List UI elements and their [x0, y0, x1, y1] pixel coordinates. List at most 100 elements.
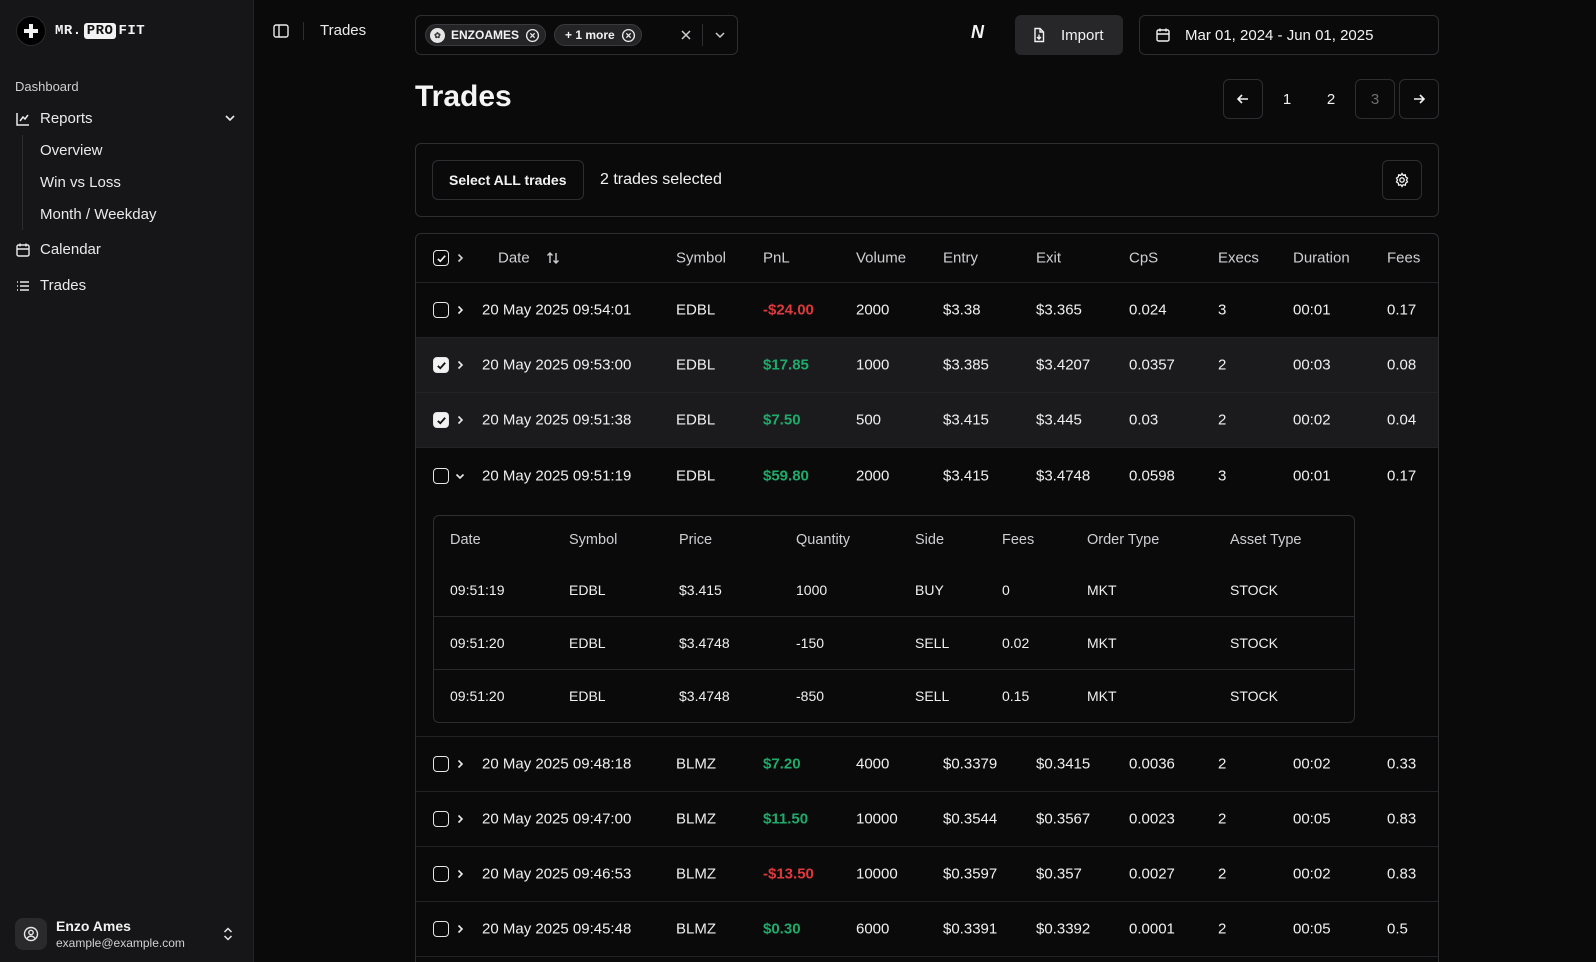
cell-exit: $0.3415 [1036, 755, 1091, 773]
column-header-volume[interactable]: Volume [856, 250, 906, 267]
cell-cps: 0.0598 [1129, 467, 1175, 484]
column-header-pnl[interactable]: PnL [763, 250, 790, 267]
page-button-2[interactable]: 2 [1311, 79, 1351, 119]
table-row[interactable]: 20 May 2025 09:45:48 BLMZ $0.30 6000 $0.3391… [416, 902, 1438, 957]
chevron-right-icon[interactable] [454, 252, 466, 264]
row-checkbox[interactable] [433, 866, 449, 882]
exec-cell-symbol: EDBL [569, 688, 606, 704]
column-header-execs[interactable]: Execs [1218, 250, 1259, 267]
import-button[interactable]: Import [1015, 15, 1123, 55]
sidebar-item-trades[interactable]: Trades [15, 277, 86, 294]
filter-chip-enzoames[interactable]: ✿ ENZOAMES [425, 24, 547, 46]
chevron-right-icon[interactable] [454, 923, 466, 935]
logo-plus-icon [16, 16, 46, 46]
cell-duration: 00:05 [1293, 920, 1331, 938]
row-checkbox[interactable] [433, 302, 449, 318]
table-row[interactable]: 20 May 2025 09:53:00 EDBL $17.85 1000 $3.385… [416, 338, 1438, 393]
column-header-fees[interactable]: Fees [1387, 250, 1420, 267]
table-row[interactable]: 20 May 2025 09:48:18 BLMZ $7.20 4000 $0.3379… [416, 737, 1438, 792]
exec-header-side: Side [915, 531, 945, 548]
column-header-entry[interactable]: Entry [943, 250, 978, 267]
cell-entry: $0.3391 [943, 920, 998, 938]
exec-cell-quantity: -150 [796, 635, 825, 651]
filter-chip-more[interactable]: + 1 more [554, 24, 642, 46]
table-row[interactable]: 20 May 2025 09:51:38 EDBL $7.50 500 $3.415 $3… [416, 393, 1438, 448]
cell-fees: 0.33 [1387, 755, 1417, 773]
prev-page-button[interactable] [1223, 79, 1263, 119]
column-header-exit[interactable]: Exit [1036, 250, 1061, 267]
exec-cell-asset-type: STOCK [1230, 688, 1278, 704]
account-filter[interactable]: ✿ ENZOAMES + 1 more [415, 15, 738, 55]
chevron-down-icon[interactable] [712, 27, 728, 43]
sort-icon[interactable] [545, 250, 561, 266]
cell-execs: 2 [1218, 356, 1227, 374]
chevrons-up-down-icon[interactable] [222, 926, 234, 942]
sidebar-item-calendar[interactable]: Calendar [15, 241, 101, 258]
sidebar-item-win-vs-loss[interactable]: Win vs Loss [40, 174, 121, 191]
table-row[interactable]: 20 May 2025 09:47:00 BLMZ $11.50 10000 $0.35… [416, 792, 1438, 847]
row-checkbox[interactable] [433, 357, 449, 373]
chevron-down-icon[interactable] [223, 111, 237, 125]
account-avatar-icon: ✿ [430, 27, 445, 43]
table-row[interactable]: 20 May 2025 09:46:53 BLMZ -$13.50 10000 $0.3… [416, 847, 1438, 902]
chevron-right-icon[interactable] [454, 414, 466, 426]
select-all-button[interactable]: Select ALL trades [432, 160, 584, 200]
column-header-symbol[interactable]: Symbol [676, 250, 726, 267]
chevron-right-icon[interactable] [454, 304, 466, 316]
row-checkbox[interactable] [433, 921, 449, 937]
column-header-cps[interactable]: CpS [1129, 250, 1158, 267]
breadcrumb[interactable]: Trades [320, 22, 366, 39]
date-range-picker[interactable]: Mar 01, 2024 - Jun 01, 2025 [1139, 15, 1439, 55]
cell-fees: 0.83 [1387, 810, 1417, 828]
page-button-3-current[interactable]: 3 [1355, 79, 1395, 119]
chart-line-icon [16, 112, 29, 126]
sidebar-item-reports[interactable]: Reports [15, 110, 93, 127]
cell-symbol: EDBL [676, 411, 716, 429]
n-logo-icon[interactable]: N [971, 22, 984, 43]
sidebar-item-overview[interactable]: Overview [40, 142, 103, 159]
divider [702, 24, 703, 46]
select-all-checkbox[interactable] [433, 250, 449, 266]
chevron-right-icon[interactable] [454, 813, 466, 825]
page-title: Trades [415, 80, 512, 113]
close-icon[interactable] [678, 27, 694, 43]
cell-volume: 2000 [856, 467, 890, 484]
user-menu[interactable]: Enzo Ames example@example.com [15, 918, 185, 950]
row-checkbox[interactable] [433, 756, 449, 772]
exec-cell-fees: 0.15 [1002, 688, 1030, 704]
cell-date: 20 May 2025 09:48:18 [482, 755, 632, 773]
table-row[interactable]: 20 May 2025 09:54:01 EDBL -$24.00 2000 $3.38… [416, 283, 1438, 338]
cell-cps: 0.03 [1129, 411, 1159, 429]
cell-pnl: $7.20 [763, 755, 801, 773]
exec-header-symbol: Symbol [569, 531, 618, 548]
chevron-right-icon[interactable] [454, 758, 466, 770]
exec-cell-fees: 0 [1002, 581, 1010, 598]
page-button-1[interactable]: 1 [1267, 79, 1307, 119]
cell-execs: 2 [1218, 920, 1227, 938]
avatar [15, 918, 47, 950]
chevron-right-icon[interactable] [454, 359, 466, 371]
logo-text: MR. PRO FIT [55, 23, 146, 39]
exec-cell-order-type: MKT [1087, 635, 1117, 651]
table-row[interactable]: 20 May 2025 09:51:19 EDBL $59.80 2000 $3.415… [416, 448, 1438, 503]
sidebar-toggle-icon[interactable] [272, 22, 290, 40]
row-checkbox[interactable] [433, 412, 449, 428]
cell-duration: 00:02 [1293, 411, 1331, 429]
column-header-date[interactable]: Date [498, 250, 530, 267]
column-header-duration[interactable]: Duration [1293, 250, 1350, 267]
next-page-button[interactable] [1399, 79, 1439, 119]
row-checkbox[interactable] [433, 811, 449, 827]
settings-button[interactable] [1382, 160, 1422, 200]
chevron-right-icon[interactable] [454, 868, 466, 880]
cell-execs: 2 [1218, 865, 1227, 883]
cell-volume: 500 [856, 411, 882, 429]
chevron-down-icon[interactable] [454, 470, 466, 482]
row-checkbox[interactable] [433, 467, 449, 484]
app-logo[interactable]: MR. PRO FIT [16, 16, 145, 46]
cell-pnl: -$13.50 [763, 865, 814, 883]
remove-circle-icon[interactable] [525, 28, 540, 43]
sidebar-item-month-weekday[interactable]: Month / Weekday [40, 206, 156, 223]
arrow-left-icon [1236, 94, 1248, 104]
user-name: Enzo Ames [56, 918, 131, 934]
remove-circle-icon[interactable] [621, 28, 636, 43]
